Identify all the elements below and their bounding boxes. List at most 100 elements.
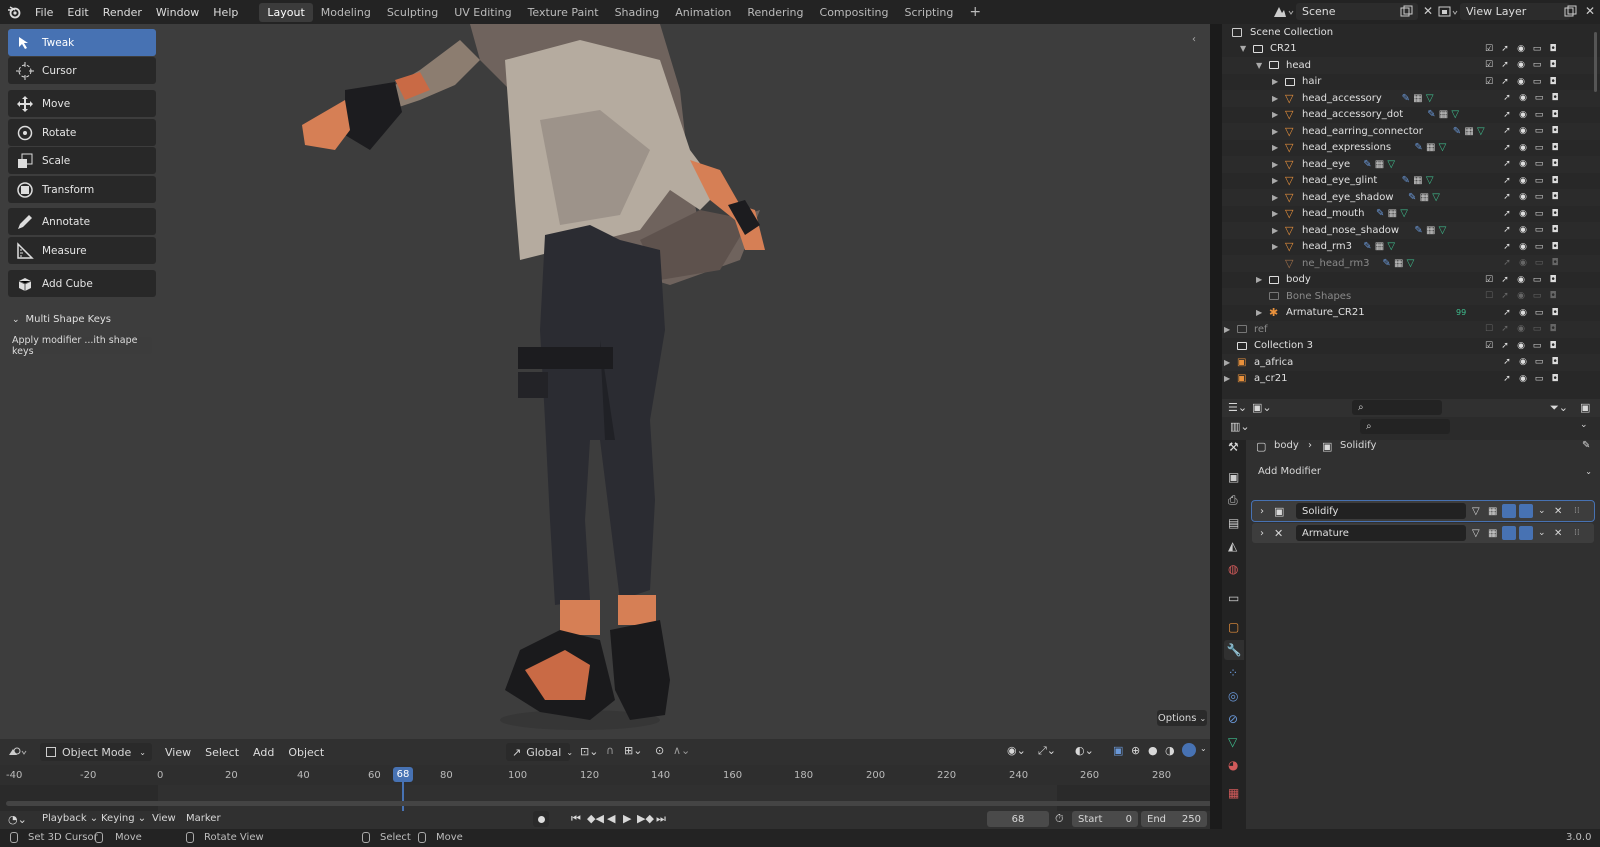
tab-texture-paint[interactable]: Texture Paint [520, 3, 607, 22]
exclude-checkbox[interactable]: ☐ [1484, 324, 1494, 334]
select-toggle-icon[interactable]: ➚ [1502, 110, 1512, 120]
view-layer-tab-icon[interactable]: ▤ [1228, 516, 1239, 530]
edit-mode-toggle-icon[interactable]: ▽ [1472, 528, 1480, 539]
object-data-icons[interactable]: ✎ ▦ ▽ [1408, 192, 1440, 203]
object-data-icons[interactable]: ✎ ▦ ▽ [1382, 258, 1414, 269]
start-frame-field[interactable]: Start 0 [1072, 811, 1138, 827]
viewport-toggle-icon[interactable]: ▭ [1534, 209, 1544, 219]
expand-arrow-icon[interactable]: ▶ [1272, 77, 1278, 86]
armature-name-field[interactable]: Armature [1296, 525, 1466, 541]
render-camera-icon[interactable]: ◘ [1550, 357, 1560, 367]
menu-window[interactable]: Window [149, 6, 206, 19]
tool-tab-icon[interactable]: ⚒ [1228, 440, 1239, 454]
outliner[interactable]: Scene Collection ▼ CR21 ☑ ➚ ◉ ▭ ◘ ▼ head ☑ ➚ ◉ ▭ ◘ ▶ ha… [1222, 24, 1600, 399]
expand-chevron-icon[interactable]: › [1260, 506, 1264, 517]
render-camera-icon[interactable]: ◘ [1550, 374, 1560, 384]
prev-keyframe-icon[interactable]: ◆◀ [587, 812, 604, 825]
render-camera-icon[interactable]: ◘ [1550, 126, 1560, 136]
visibility-eye-icon[interactable]: ◉ [1518, 159, 1528, 169]
menu-render[interactable]: Render [96, 6, 149, 19]
gizmo-icon[interactable]: ⤢⌄ [1038, 744, 1056, 758]
overlay-icon[interactable]: ◐⌄ [1075, 744, 1094, 757]
tab-rendering[interactable]: Rendering [739, 3, 811, 22]
solidify-name-field[interactable]: Solidify [1296, 503, 1466, 519]
vertical-divider[interactable] [1210, 24, 1222, 829]
render-tab-icon[interactable]: ▣ [1228, 470, 1239, 484]
visibility-eye-icon[interactable]: ◉ [1518, 242, 1528, 252]
remove-scene-icon[interactable]: ✕ [1423, 4, 1433, 18]
exclude-checkbox[interactable]: ☑ [1484, 44, 1494, 54]
editor-type-icon[interactable] [0, 745, 36, 759]
render-camera-icon[interactable]: ◘ [1548, 60, 1558, 70]
viewport-toggle-icon[interactable]: ▭ [1532, 44, 1542, 54]
collection-tab-icon[interactable]: ▭ [1228, 591, 1239, 605]
viewport-toggle-icon[interactable]: ▭ [1532, 291, 1542, 301]
visibility-eye-icon[interactable]: ◉ [1518, 357, 1528, 367]
render-camera-icon[interactable]: ◘ [1548, 77, 1558, 87]
viewport-menu-select[interactable]: Select [198, 746, 246, 759]
modifier-tab-icon[interactable]: 🔧 [1224, 640, 1244, 660]
particles-tab-icon[interactable]: ⁘ [1228, 666, 1238, 680]
drag-handle-icon[interactable]: ⁞⁞ [1574, 506, 1580, 516]
snap-icon[interactable]: ∩ [606, 744, 614, 757]
scene-tab-icon[interactable]: ◭ [1228, 539, 1237, 553]
view-layer-selector[interactable]: View Layer [1460, 3, 1570, 20]
drag-handle-icon[interactable]: ⁞⁞ [1574, 528, 1580, 538]
select-toggle-icon[interactable]: ➚ [1502, 209, 1512, 219]
expand-arrow-icon[interactable]: ▶ [1272, 209, 1278, 218]
select-toggle-icon[interactable]: ➚ [1502, 242, 1512, 252]
outliner-search-input[interactable]: ⌕ [1352, 400, 1442, 415]
viewport-toggle-icon[interactable]: ▭ [1534, 192, 1544, 202]
view-layer-icon[interactable] [1438, 5, 1460, 19]
outliner-row-head-rm3[interactable]: ▶ ▽ head_rm3 ✎ ▦ ▽ ➚ ◉ ▭ ◘ [1222, 239, 1600, 256]
tab-modeling[interactable]: Modeling [313, 3, 379, 22]
3d-viewport[interactable]: ‹ Options ⌄ [0, 24, 1210, 746]
close-icon[interactable]: ✕ [1554, 506, 1562, 517]
viewport-toggle-icon[interactable]: ▭ [1532, 60, 1542, 70]
modifier-solidify[interactable]: › ▣ Solidify ▽ ▦ ⌄ ✕ ⁞⁞ [1251, 500, 1595, 522]
render-camera-icon[interactable]: ◘ [1548, 275, 1558, 285]
tool-transform[interactable]: Transform [8, 176, 156, 203]
tab-uv-editing[interactable]: UV Editing [446, 3, 519, 22]
tool-move[interactable]: Move [8, 90, 156, 117]
object-data-icons[interactable]: ✎ ▦ ▽ [1363, 241, 1395, 252]
expand-chevron-icon[interactable]: › [1260, 528, 1264, 539]
options-button[interactable]: Options ⌄ [1157, 710, 1207, 726]
menu-help[interactable]: Help [206, 6, 245, 19]
tool-cursor[interactable]: Cursor [8, 57, 156, 84]
select-toggle-icon[interactable]: ➚ [1500, 60, 1510, 70]
material-shading-icon[interactable]: ◑ [1165, 744, 1175, 757]
apply-modifier-shape-keys-button[interactable]: Apply modifier ...ith shape keys [12, 335, 152, 357]
expand-arrow-icon[interactable]: ▶ [1272, 143, 1278, 152]
scene-icon[interactable] [1272, 5, 1294, 19]
constraints-tab-icon[interactable]: ⊘ [1228, 712, 1238, 726]
tab-shading[interactable]: Shading [607, 3, 668, 22]
viewport-toggle-icon[interactable]: ▭ [1534, 357, 1544, 367]
render-toggle-icon[interactable] [1519, 504, 1533, 518]
select-toggle-icon[interactable]: ➚ [1500, 275, 1510, 285]
render-camera-icon[interactable]: ◘ [1550, 93, 1560, 103]
pin-icon[interactable]: ✎ [1582, 440, 1590, 451]
outliner-row-head-eye-glint[interactable]: ▶ ▽ head_eye_glint ✎ ▦ ▽ ➚ ◉ ▭ ◘ [1222, 173, 1600, 190]
copy-view-layer-icon[interactable] [1564, 5, 1577, 18]
render-camera-icon[interactable]: ◘ [1550, 176, 1560, 186]
viewport-toggle-icon[interactable]: ▭ [1534, 126, 1544, 136]
visibility-eye-icon[interactable]: ◉ [1516, 324, 1526, 334]
play-reverse-icon[interactable]: ◀ [607, 812, 615, 825]
collapse-sidebar-icon[interactable]: ‹ [1192, 34, 1196, 45]
object-data-icons[interactable]: ✎ ▦ ▽ [1402, 93, 1434, 104]
expand-arrow-icon[interactable]: ▶ [1272, 176, 1278, 185]
visibility-eye-icon[interactable]: ◉ [1516, 291, 1526, 301]
outliner-row-head-nose-shadow[interactable]: ▶ ▽ head_nose_shadow ✎ ▦ ▽ ➚ ◉ ▭ ◘ [1222, 222, 1600, 239]
render-camera-icon[interactable]: ◘ [1548, 44, 1558, 54]
properties-options-icon[interactable]: ⌄ [1580, 420, 1588, 430]
viewport-toggle-icon[interactable]: ▭ [1534, 374, 1544, 384]
outliner-row-ne-head-rm3[interactable]: ▽ ne_head_rm3 ✎ ▦ ▽ ➚ ◉ ▭ ◘ [1222, 255, 1600, 272]
tool-annotate[interactable]: Annotate [8, 208, 156, 235]
stopwatch-icon[interactable]: ⏱ [1055, 812, 1064, 826]
falloff-icon[interactable]: ∧⌄ [673, 744, 690, 757]
visibility-eye-icon[interactable]: ◉ [1516, 77, 1526, 87]
current-frame-indicator[interactable]: 68 [393, 767, 413, 782]
render-camera-icon[interactable]: ◘ [1548, 291, 1558, 301]
expand-arrow-icon[interactable]: ▶ [1272, 160, 1278, 169]
